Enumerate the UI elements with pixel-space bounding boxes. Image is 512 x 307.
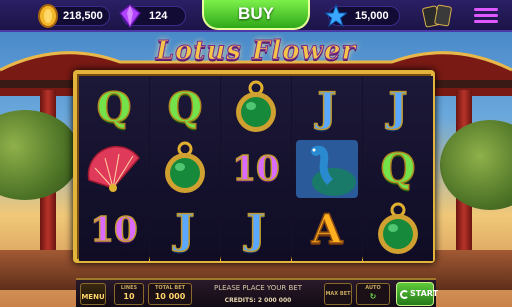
symbol-text: J — [317, 83, 337, 132]
symbol-a: A — [292, 199, 362, 260]
autoplay-icon: ↻ — [369, 292, 377, 301]
total-bet-display[interactable]: TOTAL BET 10 000 — [148, 283, 192, 305]
reel-2: QJ — [150, 76, 220, 261]
right-tree — [440, 120, 512, 210]
symbol-peacock-icon — [292, 138, 362, 199]
start-label: START — [410, 289, 439, 298]
gems-value: 124 — [149, 10, 168, 22]
status-message: PLEASE PLACE YOUR BET — [213, 284, 303, 292]
game-title: Lotus Flower — [155, 36, 357, 67]
lines-display[interactable]: LINES 10 — [114, 283, 144, 305]
symbol-fan-icon — [79, 138, 149, 199]
game-logo: Lotus Flower — [140, 36, 372, 70]
gem-icon — [119, 4, 141, 28]
symbol-amulet-icon — [221, 77, 291, 138]
total-bet-label: TOTAL BET — [154, 285, 186, 291]
symbol-q: Q — [79, 77, 149, 138]
symbol-text: J — [388, 83, 408, 132]
start-button[interactable]: START — [396, 282, 438, 306]
symbol-10: 10 — [221, 138, 291, 199]
coins-balance: 218,500 — [38, 4, 110, 28]
gems-balance: 124 — [119, 4, 186, 28]
lines-label: LINES — [120, 285, 138, 291]
menu-button[interactable]: MENU — [80, 283, 106, 305]
symbol-j: J — [363, 77, 433, 138]
symbol-j: J — [292, 77, 362, 138]
hamburger-menu-icon[interactable] — [474, 5, 498, 25]
reels-frame: Q 10 Q J 10 J J A J Q — [73, 70, 435, 263]
menu-label: MENU — [81, 293, 105, 301]
symbol-text: A — [311, 205, 344, 254]
symbol-q: Q — [363, 138, 433, 199]
symbol-amulet-icon — [363, 199, 433, 260]
left-tree — [0, 110, 80, 200]
reel-3: 10 J — [221, 76, 291, 261]
symbol-j: J — [150, 199, 220, 260]
total-bet-value: 10 000 — [154, 292, 186, 301]
spin-icon — [400, 290, 409, 299]
symbol-amulet-icon — [150, 138, 220, 199]
symbol-text: 10 — [90, 209, 139, 251]
auto-button[interactable]: AUTO ↻ — [356, 283, 390, 305]
reel-4: JA — [292, 76, 362, 261]
cards-icon[interactable] — [420, 4, 456, 28]
credits-text: CREDITS: 2 000 000 — [224, 297, 292, 304]
symbol-text: Q — [96, 83, 132, 132]
symbol-text: J — [246, 205, 266, 254]
top-bar: 218,500 124 BUY 15,000 — [0, 0, 512, 32]
stars-balance: 15,000 — [325, 4, 400, 28]
max-bet-label: MAX BET — [325, 291, 351, 297]
bottom-bar: MENU LINES 10 TOTAL BET 10 000 PLEASE PL… — [76, 278, 438, 307]
symbol-text: J — [175, 205, 195, 254]
max-bet-button[interactable]: MAX BET — [324, 283, 352, 305]
buy-button[interactable]: BUY — [202, 0, 310, 30]
symbol-text: Q — [380, 144, 416, 193]
auto-label: AUTO — [365, 285, 381, 291]
stars-value: 15,000 — [355, 10, 389, 22]
star-icon — [325, 4, 347, 28]
coins-value: 218,500 — [63, 10, 103, 22]
coin-icon — [38, 4, 58, 28]
game-stage: 218,500 124 BUY 15,000 Lotus Flower Q 10 Q… — [0, 0, 512, 307]
symbol-text: Q — [167, 83, 203, 132]
buy-label: BUY — [238, 4, 274, 23]
symbol-j: J — [221, 199, 291, 260]
symbol-10: 10 — [79, 199, 149, 260]
symbol-q: Q — [150, 77, 220, 138]
symbol-text: 10 — [232, 148, 281, 190]
lines-value: 10 — [123, 292, 135, 301]
reel-1: Q 10 — [79, 76, 149, 261]
reel-5: JQ — [363, 76, 433, 261]
